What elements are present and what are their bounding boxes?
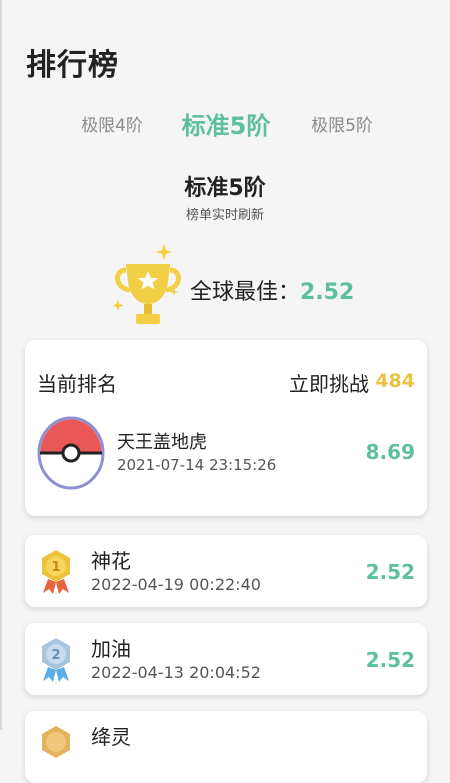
bronze-medal-icon <box>42 726 70 758</box>
global-best-label: 全球最佳： <box>190 280 301 305</box>
player-time: 2022-04-13 20:04:52 <box>91 663 261 682</box>
ranking-row[interactable]: 绛灵 <box>25 711 427 783</box>
current-player-name: 天王盖地虎 <box>117 432 207 453</box>
mode-subtitle: 榜单实时刷新 <box>185 208 264 223</box>
silver-medal-icon: 2 <box>42 638 70 682</box>
trophy-icon <box>112 244 181 324</box>
svg-text:2: 2 <box>51 648 60 663</box>
current-player-time: 2021-07-14 23:15:26 <box>117 456 277 474</box>
mode-tabs: 极限4阶 标准5阶 极限5阶 <box>0 106 450 146</box>
pokeball-avatar-icon <box>37 416 105 490</box>
ranking-row[interactable]: 1 神花 2022-04-19 00:22:40 2.52 <box>25 535 427 607</box>
player-score: 2.52 <box>365 648 415 672</box>
svg-text:1: 1 <box>51 560 60 575</box>
player-time: 2022-04-19 00:22:40 <box>91 575 261 594</box>
mode-title: 标准5阶 <box>184 176 266 201</box>
page-title: 排行榜 <box>26 48 119 83</box>
tab-extreme-4[interactable]: 极限4阶 <box>64 106 160 146</box>
global-best-value: 2.52 <box>300 280 355 305</box>
player-name: 神花 <box>91 549 131 573</box>
challenge-count: 484 <box>375 370 415 392</box>
player-name: 加油 <box>91 637 131 661</box>
current-player-score: 8.69 <box>365 440 415 464</box>
player-score: 2.52 <box>365 560 415 584</box>
current-rank-label: 当前排名 <box>37 372 117 396</box>
gold-medal-icon: 1 <box>42 550 70 594</box>
tab-standard-5[interactable]: 标准5阶 <box>164 106 288 146</box>
current-rank-card: 当前排名 立即挑战 484 天王盖地虎 2021-07-14 23:15:26 … <box>25 340 427 516</box>
player-name: 绛灵 <box>91 725 131 749</box>
challenge-button[interactable]: 立即挑战 <box>289 368 369 397</box>
tab-extreme-5[interactable]: 极限5阶 <box>294 106 390 146</box>
ranking-row[interactable]: 2 加油 2022-04-13 20:04:52 2.52 <box>25 623 427 695</box>
global-best: 全球最佳：2.52 <box>190 274 354 306</box>
